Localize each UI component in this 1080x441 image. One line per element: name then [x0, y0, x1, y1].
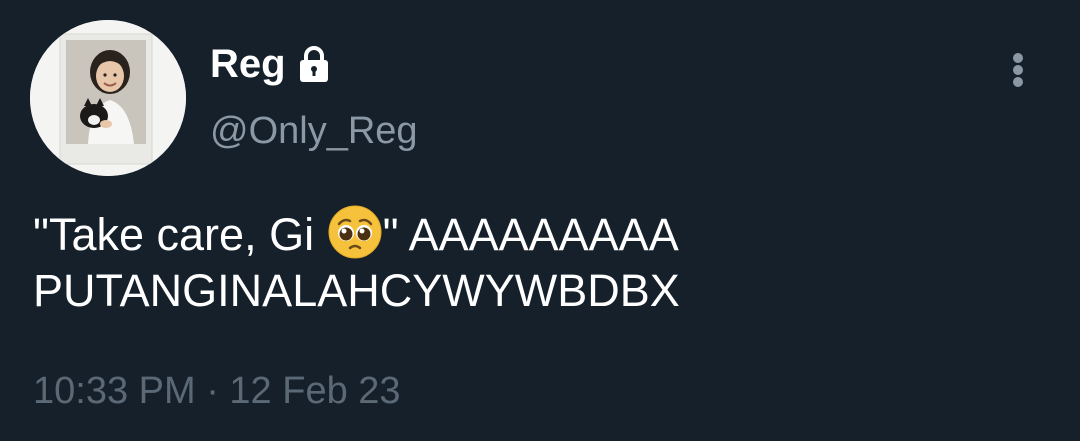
- avatar-photo: [30, 20, 186, 176]
- tweet-line-1-end: " AAAAAAAAA: [382, 209, 679, 260]
- more-vertical-icon: [1013, 53, 1023, 87]
- lock-icon: [294, 44, 334, 84]
- pleading-face-emoji-icon: [327, 204, 383, 260]
- author-handle[interactable]: @Only_Reg: [210, 108, 418, 154]
- tweet-timestamp[interactable]: 10:33 PM · 12 Feb 23: [33, 368, 401, 414]
- tweet-line-1: "Take care, Gi " AAAAAAAAA: [33, 204, 1043, 263]
- tweet-line-1-start: "Take care, Gi: [33, 209, 327, 260]
- more-options-button[interactable]: [998, 48, 1038, 92]
- tweet-line-2: PUTANGINALAHCYWYWBDBX: [33, 265, 680, 316]
- avatar[interactable]: [30, 20, 186, 176]
- author-display-name[interactable]: Reg: [210, 40, 334, 88]
- display-name-text: Reg: [210, 42, 286, 86]
- tweet-text: "Take care, Gi " AAAAAAAAA PUTANGINALAHC…: [33, 204, 1043, 319]
